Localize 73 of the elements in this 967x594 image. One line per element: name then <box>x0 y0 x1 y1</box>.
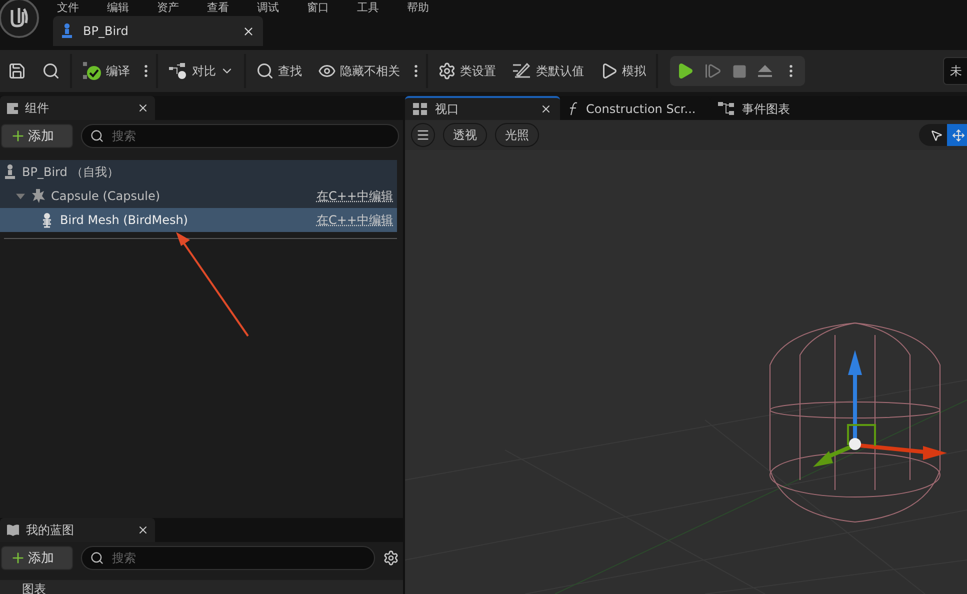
viewport-grid-icon <box>413 103 427 115</box>
tree-row[interactable]: BP_Bird （自我） <box>0 160 397 184</box>
pawn-icon <box>61 23 73 39</box>
add-button[interactable]: 添加 <box>1 546 73 570</box>
close-icon[interactable] <box>540 103 552 115</box>
document-tab[interactable]: BP_Bird <box>53 16 263 46</box>
edit-in-cpp-link[interactable]: 在C++中编辑 <box>316 188 393 204</box>
collapse-arrow-icon[interactable] <box>16 192 25 200</box>
search-field[interactable]: 搜索 <box>81 546 375 570</box>
class-defaults-button[interactable]: 类默认值 <box>504 55 592 87</box>
capsule-component-icon <box>31 188 45 204</box>
play-icon[interactable] <box>676 62 694 80</box>
search-icon <box>256 62 274 80</box>
component-icon <box>6 102 19 114</box>
search-field[interactable]: 搜索 <box>81 124 399 148</box>
edit-in-cpp-link[interactable]: 在C++中编辑 <box>316 212 393 228</box>
component-name: Bird Mesh (BirdMesh) <box>60 213 188 227</box>
menu-item[interactable]: 文件 <box>57 0 107 16</box>
tree-row[interactable]: Capsule (Capsule) 在C++中编辑 <box>0 184 397 208</box>
panel-tab[interactable]: 我的蓝图 <box>0 518 155 542</box>
eject-icon[interactable] <box>757 64 773 78</box>
settings-icon[interactable] <box>383 550 399 566</box>
menu-item[interactable]: 帮助 <box>407 0 457 16</box>
view-mode-button[interactable]: 光照 <box>495 123 539 147</box>
save-icon <box>8 62 26 80</box>
view-mode-button[interactable]: 透视 <box>443 123 487 147</box>
diff-nodes-icon <box>168 62 188 80</box>
find-button[interactable]: 查找 <box>248 55 310 87</box>
plus-icon <box>10 550 26 566</box>
panel-tab[interactable]: 视口 <box>405 96 560 120</box>
hide-unrelated-button[interactable]: 隐藏不相关 <box>310 55 408 87</box>
menu-item[interactable]: 资产 <box>157 0 207 16</box>
menu-item[interactable]: 查看 <box>207 0 257 16</box>
gear-icon <box>438 62 456 80</box>
menu-item[interactable]: 窗口 <box>307 0 357 16</box>
blueprint-self-label: BP_Bird （自我） <box>22 164 120 180</box>
tree-row[interactable]: Bird Mesh (BirdMesh) 在C++中编辑 <box>0 208 397 232</box>
move-gizmo-drawing[interactable] <box>813 350 947 467</box>
menu-icon <box>416 128 430 142</box>
eye-icon <box>318 62 336 80</box>
add-button[interactable]: 添加 <box>1 124 73 148</box>
pencil-icon <box>512 62 532 80</box>
pawn-icon <box>4 164 16 180</box>
viewport-menu-button[interactable] <box>411 123 435 147</box>
book-icon <box>6 524 20 536</box>
step-icon[interactable] <box>704 62 722 80</box>
graph-icon <box>718 102 734 116</box>
menu-item[interactable]: 调试 <box>257 0 307 16</box>
simulate-button[interactable]: 模拟 <box>592 55 654 87</box>
cursor-icon <box>930 128 942 142</box>
play-outline-icon <box>600 62 618 80</box>
close-icon[interactable] <box>137 102 149 114</box>
function-icon <box>568 102 578 116</box>
close-icon[interactable] <box>242 24 255 38</box>
compile-button[interactable]: 编译 <box>74 55 138 87</box>
checkmark-icon <box>82 61 102 81</box>
plus-icon <box>10 128 26 144</box>
search-icon <box>90 129 104 143</box>
stop-icon[interactable] <box>732 64 747 78</box>
app-logo-icon[interactable] <box>0 0 39 38</box>
close-icon[interactable] <box>137 524 149 536</box>
search-icon <box>42 62 60 80</box>
menu-item[interactable]: 编辑 <box>107 0 157 16</box>
panel-tab[interactable]: 组件 <box>0 96 155 120</box>
move-arrows-icon <box>952 128 964 142</box>
diff-button[interactable]: 对比 <box>160 55 242 87</box>
skeleton-icon <box>40 212 54 228</box>
move-tool-button[interactable] <box>947 124 967 146</box>
mode-field[interactable]: 未 <box>943 57 967 85</box>
component-name: Capsule (Capsule) <box>51 189 160 203</box>
menu-item[interactable]: 工具 <box>357 0 407 16</box>
class-settings-button[interactable]: 类设置 <box>430 55 504 87</box>
search-icon <box>90 551 104 565</box>
